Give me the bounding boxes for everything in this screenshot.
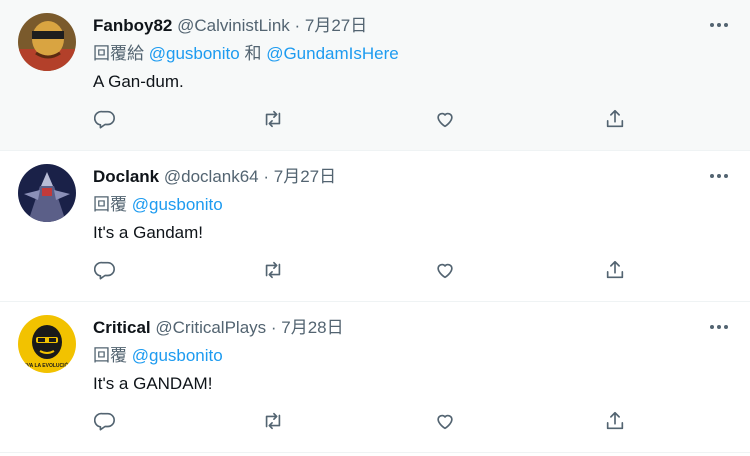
share-icon[interactable] [604,259,628,283]
replying-to: 回覆 @gusbonito [93,193,730,217]
tweet[interactable]: Doclank @doclank64 · 7月27日 回覆 @gusbonito… [0,151,750,302]
like-icon[interactable] [434,108,458,132]
replying-prefix: 回覆 [93,195,132,214]
author-handle[interactable]: @CriticalPlays [155,318,266,337]
replying-to: 回覆給 @gusbonito 和 @GundamIsHere [93,42,730,66]
more-icon[interactable] [708,14,730,36]
author-name[interactable]: Critical [93,318,151,337]
tweet-actions [93,259,633,283]
mention-link[interactable]: @gusbonito [132,195,223,214]
author-name[interactable]: Fanboy82 [93,16,172,35]
tweet[interactable]: VIVA LA EVOLUCIÓN Critical @CriticalPlay… [0,302,750,453]
tweet-text: A Gan-dum. [93,72,184,91]
avatar[interactable] [18,13,76,71]
mention-link[interactable]: @gusbonito [149,44,240,63]
tweet-text: It's a GANDAM! [93,374,213,393]
tweet-actions [93,410,633,434]
avatar[interactable] [18,164,76,222]
retweet-icon[interactable] [262,259,286,283]
avatar-logo-text: VIVA LA EVOLUCIÓN [22,361,72,369]
author-handle[interactable]: @doclank64 [164,167,259,186]
author-handle[interactable]: @CalvinistLink [177,16,290,35]
separator-dot: · [266,318,282,337]
replying-prefix: 回覆給 [93,44,149,63]
like-icon[interactable] [434,259,458,283]
more-icon[interactable] [708,165,730,187]
reply-icon[interactable] [94,108,118,132]
tweet-date[interactable]: 7月28日 [281,318,343,337]
tweet[interactable]: Fanboy82 @CalvinistLink · 7月27日 回覆給 @gus… [0,0,750,151]
replying-to: 回覆 @gusbonito [93,344,730,368]
replying-joiner: 和 [239,44,267,63]
separator-dot: · [289,16,305,35]
tweet-date[interactable]: 7月27日 [305,16,367,35]
tweet-text: It's a Gandam! [93,223,204,242]
mention-link[interactable]: @gusbonito [132,346,223,365]
retweet-icon[interactable] [262,410,286,434]
reply-icon[interactable] [94,259,118,283]
share-icon[interactable] [604,410,628,434]
retweet-icon[interactable] [262,108,286,132]
share-icon[interactable] [604,108,628,132]
separator-dot: · [258,167,274,186]
mention-link[interactable]: @GundamIsHere [266,44,399,63]
tweet-actions [93,108,633,132]
tweet-date[interactable]: 7月27日 [274,167,336,186]
replying-prefix: 回覆 [93,346,132,365]
reply-icon[interactable] [94,410,118,434]
avatar[interactable]: VIVA LA EVOLUCIÓN [18,315,76,373]
more-icon[interactable] [708,316,730,338]
author-name[interactable]: Doclank [93,167,159,186]
like-icon[interactable] [434,410,458,434]
